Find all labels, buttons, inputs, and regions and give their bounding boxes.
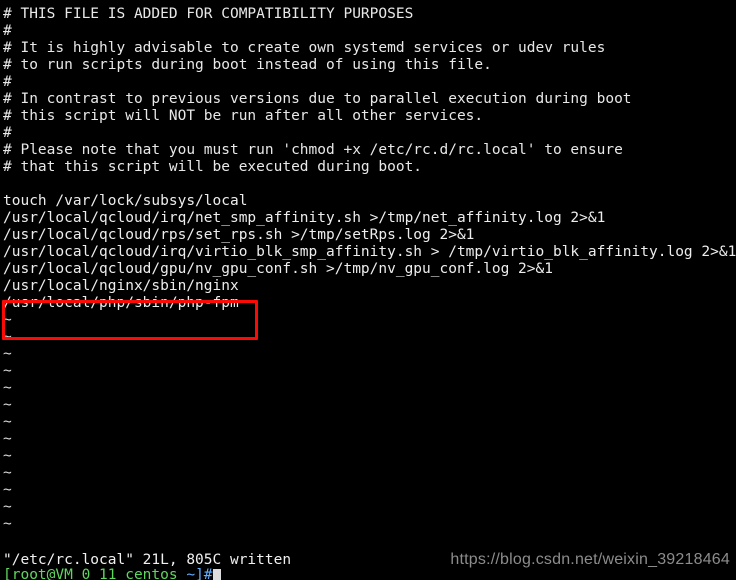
text-line: # xyxy=(3,74,12,90)
text-line-highlighted: /usr/local/php/sbin/php-fpm xyxy=(3,295,239,311)
empty-line-marker: ~ xyxy=(3,312,12,328)
empty-line-marker: ~ xyxy=(3,346,12,362)
text-line: # this script will NOT be run after all … xyxy=(3,108,484,124)
text-line-blank xyxy=(0,176,736,193)
prompt-path: ~]# xyxy=(186,567,213,580)
empty-line-marker: ~ xyxy=(3,448,12,464)
empty-line-marker: ~ xyxy=(3,380,12,396)
prompt-user-host: [root@VM_0_11_centos xyxy=(3,567,178,580)
empty-line-marker: ~ xyxy=(3,397,12,413)
text-line: # xyxy=(3,125,12,141)
text-line: /usr/local/qcloud/irq/virtio_blk_smp_aff… xyxy=(3,244,736,260)
vim-editor-buffer[interactable]: # THIS FILE IS ADDED FOR COMPATIBILITY P… xyxy=(0,0,736,580)
empty-line-marker: ~ xyxy=(3,465,12,481)
text-line: # It is highly advisable to create own s… xyxy=(3,40,606,56)
text-line: # Please note that you must run 'chmod +… xyxy=(3,142,623,158)
text-line: /usr/local/qcloud/rps/set_rps.sh >/tmp/s… xyxy=(3,227,475,243)
empty-line-marker: ~ xyxy=(3,431,12,447)
empty-line-marker: ~ xyxy=(3,329,12,345)
text-line: # THIS FILE IS ADDED FOR COMPATIBILITY P… xyxy=(3,6,414,22)
empty-line-marker: ~ xyxy=(3,516,12,532)
text-line: # xyxy=(3,23,12,39)
text-line: # to run scripts during boot instead of … xyxy=(3,57,492,73)
text-line: # that this script will be executed duri… xyxy=(3,159,423,175)
terminal-screen: # THIS FILE IS ADDED FOR COMPATIBILITY P… xyxy=(0,0,736,580)
text-line: # In contrast to previous versions due t… xyxy=(3,91,632,107)
empty-line-marker: ~ xyxy=(3,414,12,430)
shell-prompt[interactable]: [root@VM_0_11_centos ~]# xyxy=(3,567,221,580)
empty-line-marker: ~ xyxy=(3,499,12,515)
text-line: touch /var/lock/subsys/local xyxy=(3,193,248,209)
text-cursor xyxy=(212,569,221,580)
csdn-watermark: https://blog.csdn.net/weixin_39218464 xyxy=(450,551,730,568)
text-line: /usr/local/nginx/sbin/nginx xyxy=(3,278,239,294)
text-line: /usr/local/qcloud/gpu/nv_gpu_conf.sh >/t… xyxy=(3,261,553,277)
text-line: /usr/local/qcloud/irq/net_smp_affinity.s… xyxy=(3,210,606,226)
empty-line-marker: ~ xyxy=(3,363,12,379)
empty-line-marker: ~ xyxy=(3,482,12,498)
